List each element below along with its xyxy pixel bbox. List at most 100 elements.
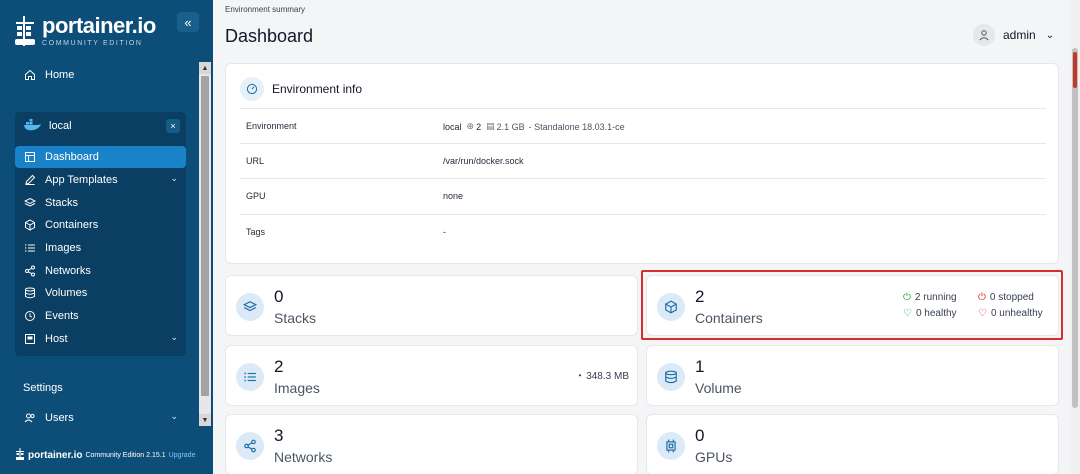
sidebar-item-label: Events <box>45 310 79 322</box>
scroll-down-arrow-icon[interactable]: ▼ <box>199 414 211 426</box>
double-chevron-left-icon: « <box>184 14 192 30</box>
list-icon <box>236 363 264 391</box>
info-value: none <box>443 191 464 201</box>
breadcrumb[interactable]: Environment summary <box>225 5 305 14</box>
main-scrollbar[interactable] <box>1070 0 1080 474</box>
sidebar-item-label: Dashboard <box>45 151 99 163</box>
sidebar-scrollbar[interactable]: ▲ ▼ <box>199 62 211 426</box>
sidebar-item-label: Stacks <box>45 197 79 209</box>
footer-edition: Community Edition 2.15.1 <box>85 451 166 459</box>
environment-info-card: Environment info Environment local ⊕ 2 ▤… <box>225 63 1059 264</box>
cpu-icon: ⊕ <box>466 121 475 131</box>
info-row-tags: Tags - <box>240 214 1046 249</box>
scrollbar-marker <box>1073 52 1077 88</box>
sidebar-item-home[interactable]: Home <box>15 64 186 86</box>
sidebar-item-images[interactable]: Images <box>15 237 186 259</box>
pie-chart-icon: ◔ <box>576 371 583 382</box>
images-size-value: 348.3 MB <box>586 371 629 382</box>
user-icon <box>973 24 995 46</box>
environment-info-header: Environment info <box>240 77 362 101</box>
portainer-logo-icon <box>14 15 36 47</box>
box-icon <box>23 218 37 232</box>
engine-detail: - Standalone 18.03.1-ce <box>528 121 625 132</box>
gpus-label: GPUs <box>695 449 733 465</box>
layers-icon <box>23 196 37 210</box>
environment-panel: local × Dashboard App Templates ⌄ Stacks… <box>15 112 186 356</box>
sidebar-item-volumes[interactable]: Volumes <box>15 282 186 304</box>
sidebar-item-label: Volumes <box>45 287 88 299</box>
info-row-environment: Environment local ⊕ 2 ▤ 2.1 GB - Standal… <box>240 108 1046 143</box>
gauge-icon <box>240 77 264 101</box>
sidebar-item-users[interactable]: Users ⌄ <box>15 407 186 426</box>
list-icon <box>23 241 37 255</box>
stacks-card[interactable]: 0 Stacks <box>225 275 638 336</box>
chevron-down-icon: ⌄ <box>170 173 178 183</box>
upgrade-link[interactable]: Upgrade <box>169 452 196 459</box>
database-icon <box>657 363 685 391</box>
gpus-card[interactable]: 0 GPUs <box>646 414 1059 474</box>
networks-label: Networks <box>274 449 333 465</box>
environment-name: local <box>49 120 72 132</box>
volume-count: 1 <box>695 357 705 376</box>
scrollbar-thumb[interactable] <box>201 76 209 396</box>
info-row-gpu: GPU none <box>240 178 1046 213</box>
sidebar: portainer.io COMMUNITY EDITION « Home lo… <box>0 0 213 474</box>
close-environment-button[interactable]: × <box>166 119 180 133</box>
sidebar-item-dashboard[interactable]: Dashboard <box>15 146 186 168</box>
volume-label: Volume <box>695 380 742 396</box>
networks-count: 3 <box>274 426 284 445</box>
settings-heading: Settings <box>23 382 63 394</box>
networks-card[interactable]: 3 Networks <box>225 414 638 474</box>
environment-info-title: Environment info <box>272 82 363 96</box>
sidebar-item-host[interactable]: Host ⌄ <box>15 328 186 350</box>
page-title: Dashboard <box>225 26 314 46</box>
info-key: GPU <box>246 191 266 201</box>
sidebar-item-stacks[interactable]: Stacks <box>15 192 186 214</box>
gpus-count: 0 <box>695 426 705 445</box>
volume-card[interactable]: 1 Volume <box>646 345 1059 406</box>
server-icon <box>23 332 37 346</box>
images-card[interactable]: 2 Images ◔ 348.3 MB <box>225 345 638 406</box>
environment-name-value: local <box>443 121 462 132</box>
user-menu[interactable]: admin ⌄ <box>973 23 1054 47</box>
brand-logo[interactable]: portainer.io COMMUNITY EDITION <box>14 14 156 48</box>
sidebar-item-label: Home <box>45 69 75 81</box>
info-key: Tags <box>246 227 266 237</box>
brand-title: portainer.io <box>42 13 156 38</box>
footer-brand: portainer.io <box>28 449 83 461</box>
chevron-down-icon: ⌄ <box>170 411 178 421</box>
sidebar-item-label: Images <box>45 242 82 254</box>
history-icon <box>23 309 37 323</box>
username: admin <box>1003 28 1036 42</box>
info-key: URL <box>246 156 265 166</box>
sidebar-item-app-templates[interactable]: App Templates ⌄ <box>15 169 186 191</box>
info-value: - <box>443 227 446 237</box>
stacks-count: 0 <box>274 287 284 306</box>
sidebar-item-events[interactable]: Events <box>15 305 186 327</box>
docker-icon <box>23 118 41 134</box>
sidebar-item-label: Containers <box>45 219 99 231</box>
cpu-chip-icon <box>657 432 685 460</box>
images-size: ◔ 348.3 MB <box>576 371 629 382</box>
sidebar-item-containers[interactable]: Containers <box>15 214 186 236</box>
share-icon <box>236 432 264 460</box>
users-icon <box>23 411 37 425</box>
info-row-url: URL /var/run/docker.sock <box>240 143 1046 178</box>
share-icon <box>23 264 37 278</box>
sidebar-item-networks[interactable]: Networks <box>15 260 186 282</box>
sidebar-nav: Home local × Dashboard App Templates ⌄ S… <box>0 62 213 426</box>
sidebar-item-label: App Templates <box>45 174 118 186</box>
images-label: Images <box>274 380 320 396</box>
scrollbar-thumb[interactable] <box>1072 48 1078 408</box>
collapse-sidebar-button[interactable]: « <box>177 12 199 32</box>
scroll-up-arrow-icon[interactable]: ▲ <box>199 62 211 74</box>
environment-header[interactable]: local × <box>15 112 186 140</box>
info-key: Environment <box>246 121 297 131</box>
home-icon <box>23 68 37 82</box>
sidebar-item-label: Users <box>45 412 74 424</box>
cpu-count: 2 <box>476 121 482 132</box>
info-value: /var/run/docker.sock <box>443 156 524 166</box>
portainer-small-logo-icon <box>16 448 24 462</box>
stacks-label: Stacks <box>274 310 317 326</box>
memory-value: 2.1 GB <box>496 121 525 132</box>
